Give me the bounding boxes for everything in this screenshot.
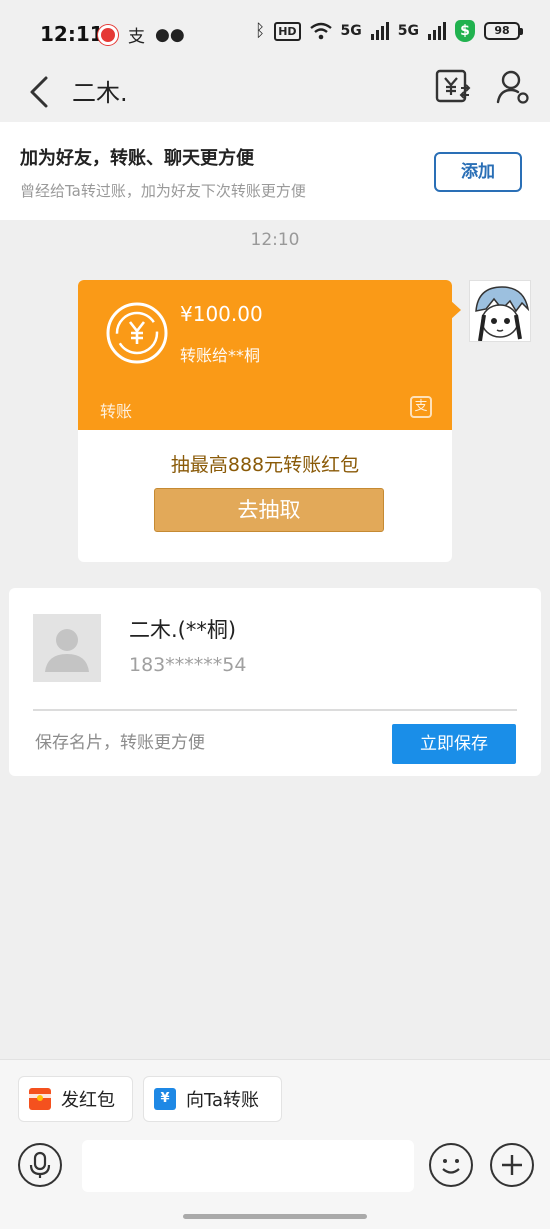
status-bar: 12:11 支 ●● ᛒ HD 5G 5G $ 98	[0, 0, 550, 64]
bubble-tail	[450, 300, 461, 320]
voice-button[interactable]	[18, 1143, 62, 1187]
page-title: 二木.	[72, 79, 128, 107]
alipay-icon: 支	[128, 27, 145, 47]
transfer-description: 转账给**桐	[180, 346, 261, 365]
save-contact-button[interactable]: 立即保存	[392, 724, 516, 764]
cartoon-avatar-image	[470, 281, 530, 341]
add-friend-subtitle: 曾经给Ta转过账，加为好友下次转账更方便	[20, 182, 306, 200]
transfer-exchange-icon	[106, 302, 168, 364]
contact-name: 二木.(**桐)	[129, 618, 237, 642]
save-contact-hint: 保存名片，转账更方便	[35, 733, 205, 753]
network-5g-label-2: 5G	[397, 23, 419, 39]
transfer-to-ta-label: 向Ta转账	[186, 1090, 260, 1111]
add-friend-banner: 加为好友，转账、聊天更方便 曾经给Ta转过账，加为好友下次转账更方便 添加	[0, 122, 550, 220]
add-friend-title: 加为好友，转账、聊天更方便	[20, 148, 254, 169]
app-notification-icon	[98, 24, 118, 45]
nav-bar: 二木.	[0, 64, 550, 122]
network-5g-label-1: 5G	[340, 23, 362, 39]
signal-bars-icon-2	[428, 22, 446, 40]
microphone-icon	[29, 1151, 51, 1178]
divider	[33, 709, 517, 711]
transfer-to-ta-button[interactable]: ¥ 向Ta转账	[143, 1076, 282, 1122]
home-indicator[interactable]	[183, 1214, 367, 1219]
status-time: 12:11	[40, 22, 104, 46]
more-options-button[interactable]	[490, 1143, 534, 1187]
smiley-icon	[442, 1159, 460, 1174]
contact-card: 二木.(**桐) 183******54 保存名片，转账更方便 立即保存	[9, 588, 541, 776]
signal-bars-icon-1	[370, 22, 389, 40]
yuan-ticket-icon: ¥	[154, 1088, 176, 1110]
draw-red-packet-button[interactable]: 去抽取	[154, 488, 384, 532]
status-app-icons: 支 ●●	[98, 22, 185, 47]
bluetooth-icon: ᛒ	[254, 21, 266, 41]
hd-icon: HD	[274, 21, 301, 41]
wifi-icon	[309, 22, 332, 40]
transfer-amount: ¥100.00	[180, 302, 263, 326]
contact-phone: 183******54	[129, 654, 247, 676]
bottom-input-area: 发红包 ¥ 向Ta转账	[0, 1059, 550, 1229]
transfer-card-header[interactable]: ¥100.00 转账给**桐 转账 支	[78, 280, 452, 430]
emoji-button[interactable]	[429, 1143, 473, 1187]
person-settings-icon[interactable]	[494, 68, 532, 106]
message-input[interactable]	[82, 1140, 414, 1192]
red-packet-promo-text: 抽最高888元转账红包	[170, 454, 360, 476]
chevron-left-icon[interactable]	[24, 72, 58, 112]
status-system-icons: ᛒ HD 5G 5G $ 98	[254, 20, 523, 42]
plus-icon	[502, 1155, 522, 1175]
default-avatar-icon	[33, 614, 101, 682]
wechat-icon: ●●	[155, 24, 185, 45]
transfer-message-card[interactable]: ¥100.00 转账给**桐 转账 支 抽最高888元转账红包 去抽取	[78, 280, 452, 562]
chat-timestamp: 12:10	[250, 230, 300, 250]
battery-icon: 98	[484, 22, 523, 40]
yuan-transfer-icon[interactable]	[434, 68, 472, 106]
alipay-logo-icon: 支	[410, 396, 432, 418]
send-red-packet-label: 发红包	[61, 1090, 115, 1111]
security-shield-icon: $	[455, 20, 475, 42]
transfer-label: 转账	[100, 402, 133, 421]
red-packet-icon	[29, 1088, 51, 1110]
add-friend-button[interactable]: 添加	[434, 152, 522, 192]
avatar[interactable]	[469, 280, 531, 342]
send-red-packet-button[interactable]: 发红包	[18, 1076, 133, 1122]
